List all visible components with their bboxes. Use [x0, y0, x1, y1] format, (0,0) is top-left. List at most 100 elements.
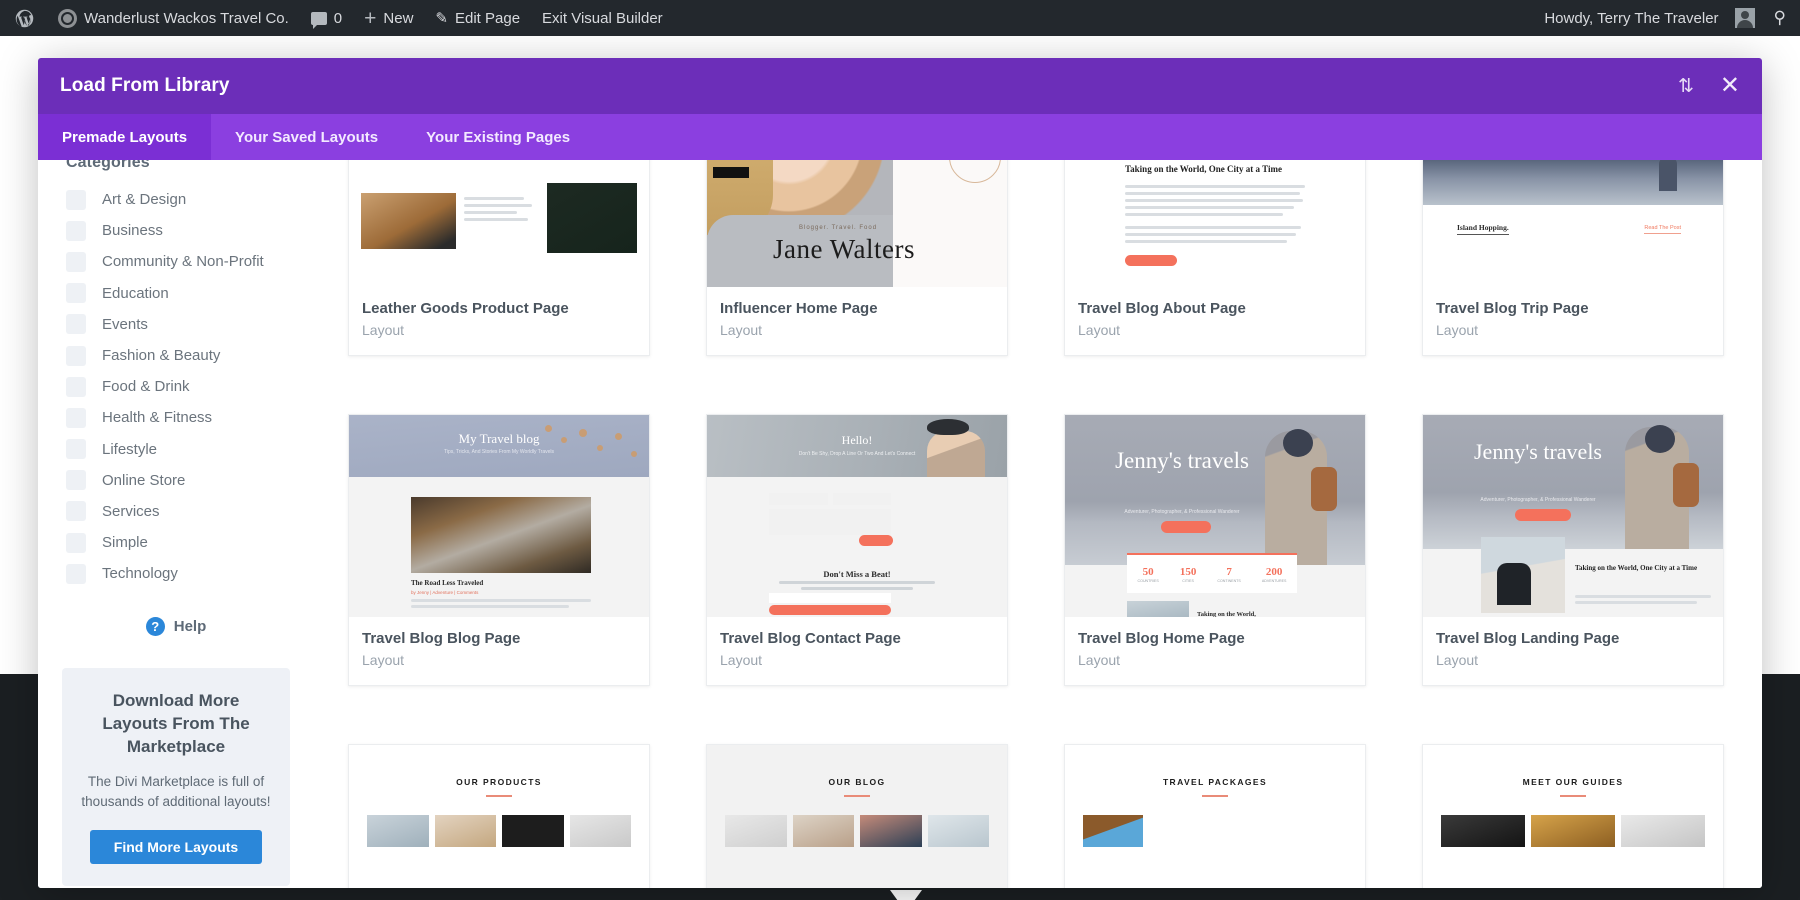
category-item-simple[interactable]: Simple — [62, 527, 290, 558]
find-more-layouts-button[interactable]: Find More Layouts — [90, 830, 262, 865]
checkbox-icon[interactable] — [66, 439, 86, 460]
layout-title: Travel Blog Contact Page — [720, 630, 901, 647]
category-label: Lifestyle — [102, 440, 158, 458]
layout-card[interactable]: Taking on the World, One City at a Time — [1064, 160, 1366, 356]
wp-admin-bar: Wanderlust Wackos Travel Co. 0 + New ✎ E… — [0, 0, 1800, 36]
layout-card[interactable]: MEET OUR GUIDES — [1422, 744, 1724, 888]
thumb-heading: OUR BLOG — [828, 777, 886, 787]
category-item-lifestyle[interactable]: Lifestyle — [62, 434, 290, 465]
layout-title: Travel Blog Home Page — [1078, 630, 1245, 647]
layout-card[interactable]: Real Leather — [348, 160, 650, 356]
checkbox-icon[interactable] — [66, 563, 86, 584]
site-name-menu[interactable]: Wanderlust Wackos Travel Co. — [47, 0, 300, 36]
layout-title: Leather Goods Product Page — [362, 300, 569, 317]
edit-page-menu[interactable]: ✎ Edit Page — [424, 0, 531, 36]
modal-tabbar: Premade Layouts Your Saved Layouts Your … — [38, 114, 1762, 160]
thumb-heading: Hello! — [841, 433, 873, 447]
search-icon[interactable]: ⚲ — [1766, 8, 1800, 28]
category-item-art-design[interactable]: Art & Design — [62, 184, 290, 215]
thumb-post-title: The Road Less Traveled — [411, 579, 484, 587]
load-from-library-modal: Load From Library ⇅ ✕ Premade Layouts Yo… — [38, 58, 1762, 888]
thumb-sub: Adventurer, Photographer, & Professional… — [1480, 497, 1596, 503]
checkbox-icon[interactable] — [66, 532, 86, 553]
tab-your-saved-layouts-label: Your Saved Layouts — [235, 128, 379, 146]
layout-thumbnail: OUR PRODUCTS — [349, 745, 649, 888]
layout-thumbnail: Real Leather — [349, 160, 649, 287]
layout-card[interactable]: OUR PRODUCTS — [348, 744, 650, 888]
help-link[interactable]: ? Help — [62, 617, 290, 637]
category-item-fashion-beauty[interactable]: Fashion & Beauty — [62, 340, 290, 371]
my-account-menu[interactable]: Howdy, Terry The Traveler — [1533, 0, 1765, 36]
layout-type: Layout — [1436, 652, 1479, 668]
categories-list: Art & Design Business Community & Non-Pr… — [62, 184, 290, 589]
layout-type: Layout — [362, 322, 405, 338]
thumb-foot: Taking on the World, — [1197, 610, 1256, 618]
layout-card[interactable]: Jenny's travels Adventurer, Photographer… — [1422, 414, 1724, 686]
checkbox-icon[interactable] — [66, 283, 86, 304]
sort-arrows-icon[interactable]: ⇅ — [1678, 77, 1694, 96]
category-item-education[interactable]: Education — [62, 278, 290, 309]
category-item-services[interactable]: Services — [62, 496, 290, 527]
category-item-food-drink[interactable]: Food & Drink — [62, 371, 290, 402]
layout-type: Layout — [720, 652, 763, 668]
layout-thumbnail: Exploring Hawaii June, 2019 Island Hoppi… — [1423, 160, 1723, 287]
checkbox-icon[interactable] — [66, 345, 86, 366]
tab-your-saved-layouts[interactable]: Your Saved Layouts — [211, 114, 402, 160]
close-icon[interactable]: ✕ — [1720, 74, 1740, 98]
thumb-link: Read The Post — [1644, 225, 1681, 234]
layout-title: Travel Blog Blog Page — [362, 630, 521, 647]
layout-card[interactable]: My Travel blog Tips, Tricks, And Stories… — [348, 414, 650, 686]
stat-label: COUNTRIES — [1137, 578, 1159, 583]
category-label: Online Store — [102, 471, 186, 489]
category-label: Education — [102, 284, 169, 302]
category-label: Food & Drink — [102, 378, 190, 396]
thumb-sub: Tips, Tricks, And Stories From My Worldl… — [443, 449, 555, 455]
thumb-heading: Taking on the World, One City at a Time — [1125, 164, 1282, 174]
category-item-business[interactable]: Business — [62, 215, 290, 246]
site-name-label: Wanderlust Wackos Travel Co. — [84, 9, 289, 27]
layout-card[interactable]: TRAVEL PACKAGES — [1064, 744, 1366, 888]
checkbox-icon[interactable] — [66, 189, 86, 210]
checkbox-icon[interactable] — [66, 501, 86, 522]
checkbox-icon[interactable] — [66, 251, 86, 272]
stat-value: 7 — [1226, 565, 1232, 578]
category-item-health-fitness[interactable]: Health & Fitness — [62, 402, 290, 433]
category-item-community-non-profit[interactable]: Community & Non-Profit — [62, 246, 290, 277]
checkbox-icon[interactable] — [66, 314, 86, 335]
new-content-menu[interactable]: + New — [353, 0, 424, 36]
layout-card[interactable]: Jenny's travels Adventurer, Photographer… — [1064, 414, 1366, 686]
promo-body: The Divi Marketplace is full of thousand… — [81, 774, 271, 809]
thumb-heading: Jenny's travels — [1474, 439, 1602, 464]
checkbox-icon[interactable] — [66, 220, 86, 241]
stat-label: ADVENTURES — [1261, 578, 1287, 583]
category-label: Fashion & Beauty — [102, 347, 221, 365]
category-item-events[interactable]: Events — [62, 309, 290, 340]
comments-menu[interactable]: 0 — [300, 0, 353, 36]
checkbox-icon[interactable] — [66, 376, 86, 397]
layout-card-meta: Travel Blog Landing Page Layout — [1423, 617, 1723, 685]
stat-item: 7 CONTINENTS — [1217, 566, 1240, 583]
checkbox-icon[interactable] — [66, 407, 86, 428]
category-item-technology[interactable]: Technology — [62, 558, 290, 589]
thumb-foot: Taking on the World, One City at a Time — [1575, 564, 1698, 572]
layout-card[interactable]: Blogger. Travel. Food Jane Walters Influ… — [706, 160, 1008, 356]
layout-card[interactable]: OUR BLOG — [706, 744, 1008, 888]
tab-your-existing-pages[interactable]: Your Existing Pages — [402, 114, 594, 160]
wordpress-logo-icon[interactable] — [0, 0, 47, 36]
avatar — [1734, 8, 1755, 28]
layout-thumbnail: Jenny's travels Adventurer, Photographer… — [1423, 415, 1723, 617]
checkbox-icon[interactable] — [66, 470, 86, 491]
thumb-kicker: Blogger. Travel. Food — [799, 225, 878, 231]
help-label: Help — [173, 618, 207, 636]
layout-thumbnail: Blogger. Travel. Food Jane Walters — [707, 160, 1007, 287]
layout-card[interactable]: Exploring Hawaii June, 2019 Island Hoppi… — [1422, 160, 1724, 356]
category-label: Technology — [102, 565, 178, 583]
modal-header: Load From Library ⇅ ✕ — [38, 58, 1762, 114]
categories-heading: Categories — [66, 160, 150, 171]
thumb-stats: 50 COUNTRIES 150 CITIES 7 CONTINENTS 200… — [1127, 553, 1297, 593]
exit-visual-builder-button[interactable]: Exit Visual Builder — [531, 0, 674, 36]
layout-card[interactable]: Hello! Don't Be Shy, Drop A Line Or Two … — [706, 414, 1008, 686]
stat-label: CITIES — [1182, 578, 1194, 583]
tab-premade-layouts[interactable]: Premade Layouts — [38, 114, 212, 160]
category-item-online-store[interactable]: Online Store — [62, 465, 290, 496]
